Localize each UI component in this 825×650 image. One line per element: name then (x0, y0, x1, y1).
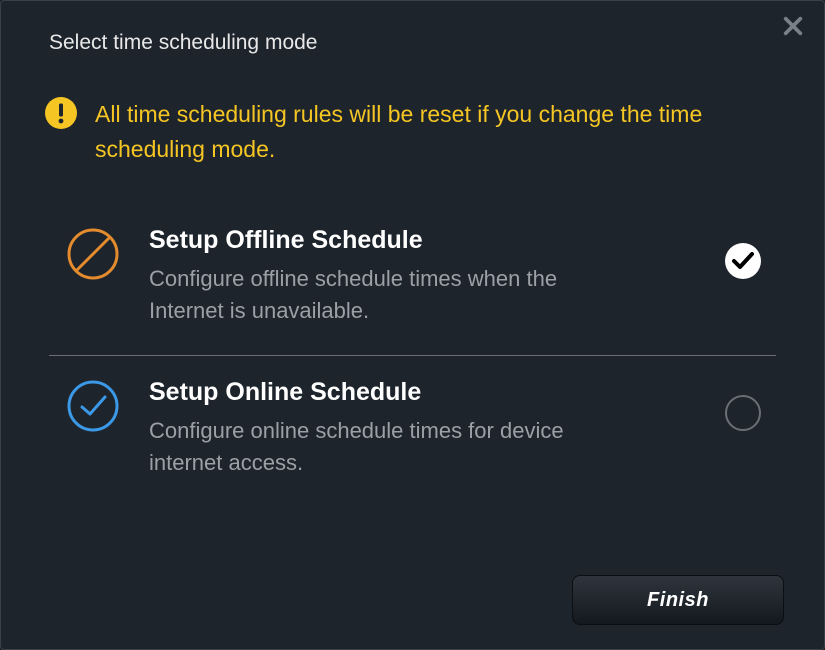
close-icon (782, 15, 804, 37)
option-description: Configure online schedule times for devi… (149, 415, 629, 479)
finish-button[interactable]: Finish (572, 575, 784, 625)
option-description: Configure offline schedule times when th… (149, 263, 629, 327)
dialog-title: Select time scheduling mode (1, 21, 824, 55)
schedule-mode-dialog: Select time scheduling mode All time sch… (0, 0, 825, 650)
no-circle-icon (67, 228, 119, 280)
option-title: Setup Online Schedule (149, 378, 694, 407)
check-circle-icon (67, 380, 119, 432)
radio-unselected[interactable] (724, 394, 762, 432)
option-body: Setup Online Schedule Configure online s… (149, 378, 694, 479)
warning-banner: All time scheduling rules will be reset … (1, 55, 824, 178)
radio-selected[interactable] (724, 242, 762, 280)
dialog-footer: Finish (572, 575, 784, 625)
option-online-schedule[interactable]: Setup Online Schedule Configure online s… (49, 355, 776, 507)
option-offline-schedule[interactable]: Setup Offline Schedule Configure offline… (49, 204, 776, 355)
options-list: Setup Offline Schedule Configure offline… (1, 178, 824, 507)
warning-text: All time scheduling rules will be reset … (95, 97, 776, 166)
warning-icon (45, 97, 77, 129)
option-title: Setup Offline Schedule (149, 226, 694, 255)
option-body: Setup Offline Schedule Configure offline… (149, 226, 694, 327)
close-button[interactable] (782, 15, 804, 42)
